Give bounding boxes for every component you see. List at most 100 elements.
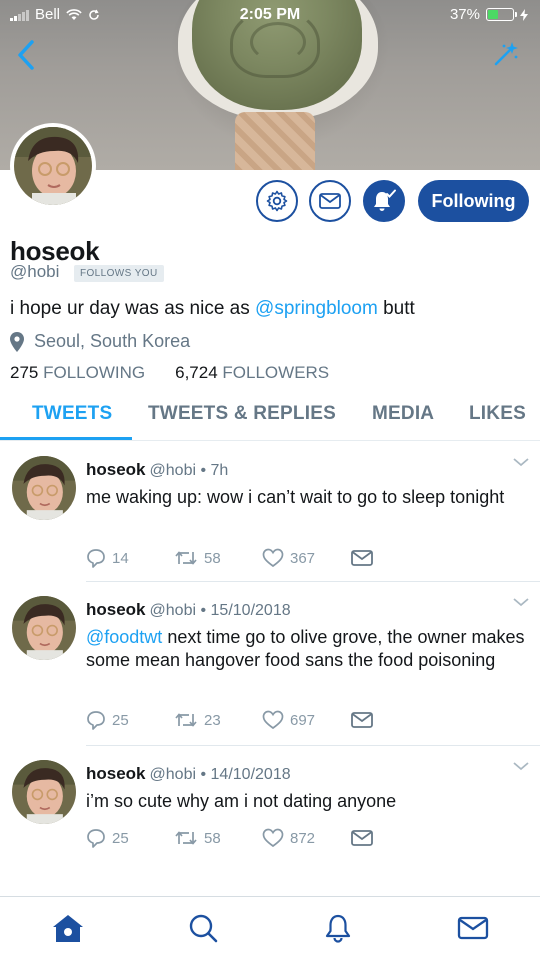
followers-count: 6,724 (175, 363, 218, 382)
tweet-author-handle: @hobi (149, 766, 197, 783)
reply-count: 25 (112, 711, 129, 729)
message-button[interactable] (309, 180, 351, 222)
chevron-down-icon[interactable] (512, 760, 530, 772)
settings-button[interactable] (256, 180, 298, 222)
tweet-meta: hoseok @hobi • 15/10/2018 (86, 600, 291, 619)
direct-message-button[interactable] (350, 828, 374, 848)
heart-icon (262, 828, 284, 848)
mail-icon (351, 830, 373, 846)
profile-location: Seoul, South Korea (10, 331, 190, 352)
reply-icon (87, 711, 105, 730)
chevron-down-icon[interactable] (512, 596, 530, 608)
magic-button[interactable] (490, 40, 520, 70)
retweet-button[interactable]: 58 (174, 548, 221, 568)
tab-media[interactable]: MEDIA (372, 403, 434, 425)
mail-icon (351, 712, 373, 728)
direct-message-button[interactable] (350, 548, 374, 568)
location-pin-icon (10, 331, 24, 352)
charging-icon (520, 8, 528, 21)
reply-count: 25 (112, 829, 129, 847)
reply-count: 14 (112, 549, 129, 567)
retweet-icon (175, 551, 197, 565)
profile-bio: i hope ur day was as nice as @springbloo… (10, 298, 415, 320)
retweet-button[interactable]: 58 (174, 828, 221, 848)
gear-icon (266, 190, 288, 212)
profile-handle[interactable]: @hobi (10, 262, 59, 282)
back-button[interactable] (12, 38, 42, 72)
tweet-avatar[interactable] (12, 456, 76, 520)
following-button[interactable]: Following (418, 180, 529, 222)
like-count: 367 (290, 549, 316, 567)
notifications-icon (325, 914, 351, 943)
search-tab[interactable] (185, 911, 221, 945)
bio-mention-link[interactable]: @springbloom (255, 298, 378, 319)
tweet-author-handle: @hobi (149, 602, 197, 619)
tweet-avatar[interactable] (12, 760, 76, 824)
tweet-text: @foodtwt next time go to olive grove, th… (86, 626, 526, 672)
tweet-time: 7h (210, 462, 229, 479)
retweet-button[interactable]: 23 (174, 710, 221, 730)
tab-tweets[interactable]: TWEETS (32, 403, 112, 425)
tweet-avatar-photo (12, 760, 76, 824)
tweet-meta: hoseok @hobi • 14/10/2018 (86, 764, 291, 783)
tweet-body: me waking up: wow i can’t wait to go to … (86, 487, 505, 507)
tweet-actions: 25 58 872 (86, 828, 386, 850)
retweet-count: 23 (204, 711, 221, 729)
tab-likes[interactable]: LIKES (469, 403, 526, 425)
reply-icon (87, 829, 105, 848)
sparkle-icon (494, 42, 518, 66)
reply-button[interactable]: 25 (86, 710, 129, 730)
mail-icon (351, 550, 373, 566)
like-count: 697 (290, 711, 316, 729)
mail-icon (457, 916, 489, 940)
mail-icon (319, 193, 341, 209)
tweet-time: 14/10/2018 (210, 766, 291, 783)
banner-cone (235, 112, 315, 170)
status-right: 37% (450, 6, 528, 23)
tweet-actions: 25 23 697 (86, 710, 386, 732)
battery-fill (488, 10, 498, 19)
profile-avatar[interactable] (10, 123, 96, 209)
tweet-author-name: hoseok (86, 460, 146, 479)
location-label: Seoul, South Korea (34, 331, 191, 351)
search-icon (189, 914, 218, 943)
reply-button[interactable]: 25 (86, 828, 129, 848)
tweet-avatar[interactable] (12, 596, 76, 660)
notifications-tab[interactable] (320, 911, 356, 945)
battery-icon (486, 8, 517, 21)
tweet-author-name: hoseok (86, 600, 146, 619)
bottom-tab-bar (0, 896, 540, 960)
like-count: 872 (290, 829, 316, 847)
tweet-mention[interactable]: @foodtwt (86, 627, 162, 647)
tweet-divider (86, 745, 540, 746)
tweet-text: i’m so cute why am i not dating anyone (86, 790, 526, 813)
retweet-count: 58 (204, 549, 221, 567)
tweet-time: 15/10/2018 (210, 602, 291, 619)
follow-counts: 275 FOLLOWING 6,724 FOLLOWERS (10, 363, 329, 383)
tweet-divider (86, 581, 540, 582)
profile-tabs: TWEETS TWEETS & REPLIES MEDIA LIKES (0, 395, 540, 441)
like-button[interactable]: 872 (262, 828, 315, 848)
tweet-actions: 14 58 367 (86, 548, 386, 570)
direct-message-button[interactable] (350, 710, 374, 730)
messages-tab[interactable] (455, 911, 491, 945)
following-count: 275 (10, 363, 39, 382)
active-tab-indicator (0, 437, 132, 440)
chevron-down-icon[interactable] (512, 456, 530, 468)
tweet-avatar-photo (12, 456, 76, 520)
bell-check-icon (374, 189, 396, 211)
followers-label: FOLLOWERS (222, 363, 330, 382)
home-tab[interactable] (50, 911, 86, 945)
like-button[interactable]: 697 (262, 710, 315, 730)
following-count-link[interactable]: 275 FOLLOWING (10, 363, 145, 383)
heart-icon (262, 548, 284, 568)
profile-photo (14, 127, 92, 205)
like-button[interactable]: 367 (262, 548, 315, 568)
tweet-text: me waking up: wow i can’t wait to go to … (86, 486, 526, 509)
retweet-icon (175, 713, 197, 727)
followers-count-link[interactable]: 6,724 FOLLOWERS (175, 363, 329, 383)
reply-button[interactable]: 14 (86, 548, 129, 568)
tab-tweets-replies[interactable]: TWEETS & REPLIES (148, 403, 336, 425)
notifications-toggle-button[interactable] (363, 180, 405, 222)
home-icon (53, 915, 83, 942)
